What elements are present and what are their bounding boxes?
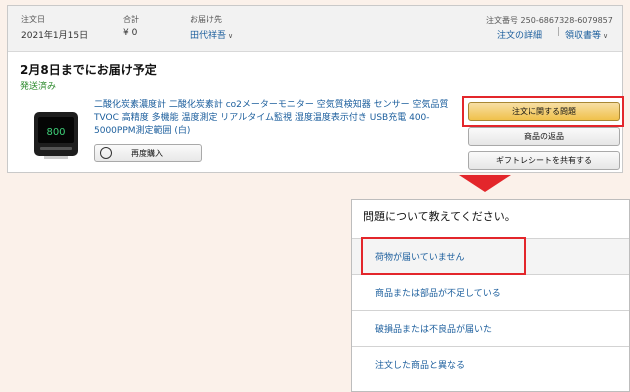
product-readout: 800 xyxy=(46,127,65,138)
highlight-box xyxy=(462,96,624,127)
product-image[interactable]: 800 xyxy=(30,108,82,160)
buy-again-button[interactable]: 再度購入 xyxy=(94,144,202,162)
ship-to-dropdown[interactable]: 田代祥吾 ∨ xyxy=(190,28,233,41)
refresh-icon xyxy=(100,147,112,159)
buy-again-label: 再度購入 xyxy=(131,149,163,158)
problem-option-missing-parts[interactable]: 商品または部品が不足している xyxy=(352,274,629,310)
receipt-dropdown[interactable]: 領収書等 ∨ xyxy=(565,28,608,41)
delivery-status: 2月8日までにお届け予定 xyxy=(20,63,157,77)
option-label: 注文した商品と異なる xyxy=(375,361,466,371)
order-total-label: 合計 xyxy=(123,15,139,24)
order-date-value: 2021年1月15日 xyxy=(21,31,89,41)
option-label: 商品または部品が不足している xyxy=(375,289,501,299)
option-label: 破損品または不良品が届いた xyxy=(375,325,493,335)
order-number: 注文番号 250-6867328-6079857 xyxy=(486,15,613,26)
link-separator: | xyxy=(557,27,561,37)
ship-to-label: お届け先 xyxy=(190,15,222,24)
highlight-box xyxy=(361,237,526,275)
order-card: 注文日 2021年1月15日 合計 ¥ 0 お届け先 田代祥吾 ∨ 注文番号 25… xyxy=(7,5,624,173)
panel-title: 問題について教えてください。 xyxy=(363,210,516,223)
problem-panel: 問題について教えてください。 荷物が届いていません 商品または部品が不足している… xyxy=(351,199,630,392)
order-number-label: 注文番号 xyxy=(486,16,518,25)
shipped-status: 発送済み xyxy=(20,82,57,92)
share-gift-receipt-button[interactable]: ギフトレシートを共有する xyxy=(468,151,620,170)
return-item-button[interactable]: 商品の返品 xyxy=(468,127,620,146)
product-title-link[interactable]: 二酸化炭素濃度計 二酸化炭素計 co2メーターモニター 空気質検知器 センサー … xyxy=(94,99,464,138)
chevron-down-icon: ∨ xyxy=(228,32,234,40)
order-number-value: 250-6867328-6079857 xyxy=(520,16,613,25)
chevron-down-icon: ∨ xyxy=(603,32,609,40)
receipt-link: 領収書等 xyxy=(565,31,602,41)
ship-to-name: 田代祥吾 xyxy=(190,31,227,41)
order-details-link[interactable]: 注文の詳細 xyxy=(497,28,542,41)
order-date-label: 注文日 xyxy=(21,15,45,24)
order-header: 注文日 2021年1月15日 合計 ¥ 0 お届け先 田代祥吾 ∨ 注文番号 25… xyxy=(8,6,622,52)
problem-option-damaged[interactable]: 破損品または不良品が届いた xyxy=(352,310,629,346)
problem-option-wrong-item[interactable]: 注文した商品と異なる xyxy=(352,346,629,382)
down-arrow-icon xyxy=(459,175,511,192)
order-total-value: ¥ 0 xyxy=(123,28,138,38)
